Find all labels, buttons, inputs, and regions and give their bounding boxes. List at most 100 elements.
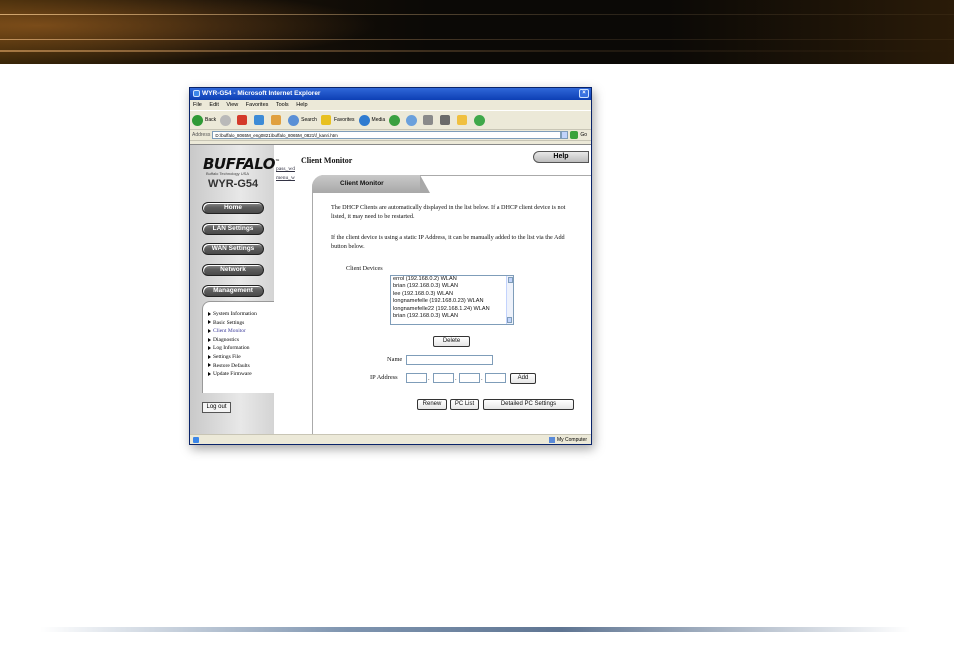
edit-button[interactable] — [440, 115, 453, 125]
ip-address-label: IP Address — [370, 374, 398, 381]
address-label: Address — [192, 132, 211, 138]
name-label: Name — [387, 356, 403, 363]
page-title: Client Monitor — [301, 156, 353, 165]
back-button[interactable]: Back — [192, 114, 216, 126]
add-button[interactable]: Add — [510, 373, 536, 384]
list-item[interactable]: longnamefelle22 (192.168.1.24) WLAN — [391, 306, 513, 313]
nav-network[interactable]: Network — [202, 264, 264, 276]
menu-help[interactable]: Help — [296, 102, 307, 108]
address-dropdown[interactable] — [561, 131, 569, 139]
mail-button[interactable] — [406, 114, 419, 126]
left-nav: BUFFALO™ Buffalo Technology USA WYR-G54 … — [190, 145, 280, 434]
mail-icon — [406, 114, 418, 126]
stop-button[interactable] — [237, 115, 250, 125]
page-content: BUFFALO™ Buffalo Technology USA WYR-G54 … — [190, 144, 591, 434]
tab-client-monitor: Client Monitor — [312, 175, 430, 193]
favorites-button[interactable]: Favorites — [320, 115, 355, 125]
logo-subtitle: Buffalo Technology USA — [206, 171, 249, 176]
nav-management[interactable]: Management — [202, 285, 264, 297]
submenu-diagnostics[interactable]: Diagnostics — [203, 336, 274, 345]
client-devices-list[interactable]: errol (192.168.0.2) WLAN brian (192.168.… — [390, 275, 514, 325]
static-ip-description: If the client device is using a static I… — [331, 234, 565, 250]
folder-button[interactable] — [457, 115, 470, 125]
nav-home[interactable]: Home — [202, 202, 264, 214]
close-button[interactable]: × — [579, 89, 589, 98]
list-item[interactable]: brian (192.168.0.3) WLAN — [391, 283, 513, 290]
submenu-system-information[interactable]: System Information — [203, 310, 274, 319]
ie-icon — [193, 89, 200, 97]
arrow-icon — [208, 320, 211, 325]
header-line — [0, 50, 954, 52]
menu-tools[interactable]: Tools — [276, 102, 289, 108]
menu-edit[interactable]: Edit — [209, 102, 218, 108]
submenu-log-information[interactable]: Log Information — [203, 344, 274, 353]
renew-button[interactable]: Renew — [417, 399, 447, 410]
arrow-icon — [208, 311, 211, 316]
forward-button[interactable] — [220, 114, 233, 126]
delete-button[interactable]: Delete — [433, 336, 470, 347]
menu-file[interactable]: File — [193, 102, 202, 108]
ip-octet-1[interactable] — [406, 373, 427, 383]
ip-octet-3[interactable] — [459, 373, 480, 383]
arrow-icon — [208, 363, 211, 368]
history-button[interactable] — [389, 114, 402, 126]
star-icon — [320, 115, 331, 125]
detailed-pc-settings-button[interactable]: Detailed PC Settings — [483, 399, 574, 410]
pass-wd-link[interactable]: pass_wd — [276, 165, 295, 174]
ip-octet-2[interactable] — [433, 373, 454, 383]
help-button[interactable]: Help — [533, 151, 589, 163]
logout-button[interactable]: Log out — [202, 402, 231, 413]
submenu-basic-settings[interactable]: Basic Settings — [203, 319, 274, 328]
list-item[interactable]: brian (192.168.0.3) WLAN — [391, 313, 513, 320]
menu-favorites[interactable]: Favorites — [246, 102, 269, 108]
scroll-down-icon[interactable] — [507, 317, 512, 323]
toolbar: Back Search Favorites Media — [190, 110, 591, 130]
home-button[interactable] — [271, 115, 284, 125]
forward-icon — [220, 114, 232, 126]
status-bar: My Computer — [190, 434, 591, 444]
submenu-update-firmware[interactable]: Update Firmware — [203, 370, 274, 379]
list-item[interactable]: lee (192.168.0.3) WLAN — [391, 291, 513, 298]
browser-window: WYR-G54 - Microsoft Internet Explorer × … — [189, 87, 592, 445]
nav-lan-settings[interactable]: LAN Settings — [202, 223, 264, 235]
title-bar: WYR-G54 - Microsoft Internet Explorer × — [190, 88, 591, 100]
header-line — [0, 14, 954, 15]
messenger-button[interactable] — [474, 114, 487, 126]
stop-icon — [237, 115, 248, 125]
messenger-icon — [474, 114, 486, 126]
ip-octet-4[interactable] — [485, 373, 506, 383]
security-zone: My Computer — [548, 435, 587, 444]
address-input[interactable]: D:\buffalo_8065M_eng0821\buffalo_8065M_0… — [212, 131, 562, 139]
refresh-button[interactable] — [254, 115, 267, 125]
search-button[interactable]: Search — [288, 114, 317, 126]
edit-icon — [440, 115, 451, 125]
list-item[interactable]: longnamefelle (192.168.0.23) WLAN — [391, 298, 513, 305]
submenu-settings-file[interactable]: Settings File — [203, 353, 274, 362]
media-icon — [358, 114, 370, 126]
submenu-restore-defaults[interactable]: Restore Defaults — [203, 362, 274, 371]
submenu-client-monitor[interactable]: Client Monitor — [203, 327, 274, 336]
go-icon — [570, 131, 579, 139]
back-icon — [192, 114, 203, 126]
scroll-up-icon[interactable] — [507, 277, 513, 283]
go-button[interactable]: Go — [570, 131, 587, 139]
menu-bar: File Edit View Favorites Tools Help — [190, 100, 591, 110]
arrow-icon — [208, 346, 211, 351]
media-button[interactable]: Media — [358, 114, 385, 126]
model-name: WYR-G54 — [208, 178, 259, 190]
print-button[interactable] — [423, 115, 436, 125]
list-item[interactable]: errol (192.168.0.2) WLAN — [391, 276, 513, 283]
arrow-icon — [208, 354, 211, 359]
refresh-icon — [254, 115, 265, 125]
menu-view[interactable]: View — [226, 102, 238, 108]
list-scrollbar[interactable] — [506, 276, 513, 324]
pc-list-button[interactable]: PC List — [450, 399, 479, 410]
frame-links: pass_wd menu_w — [276, 165, 295, 183]
management-submenu: System Information Basic Settings Client… — [202, 301, 274, 393]
name-field[interactable] — [406, 355, 493, 365]
nav-wan-settings[interactable]: WAN Settings — [202, 243, 264, 255]
client-devices-label: Client Devices — [346, 265, 383, 272]
page-icon — [193, 437, 199, 443]
menu-w-link[interactable]: menu_w — [276, 174, 295, 183]
address-bar: Address D:\buffalo_8065M_eng0821\buffalo… — [190, 130, 591, 141]
